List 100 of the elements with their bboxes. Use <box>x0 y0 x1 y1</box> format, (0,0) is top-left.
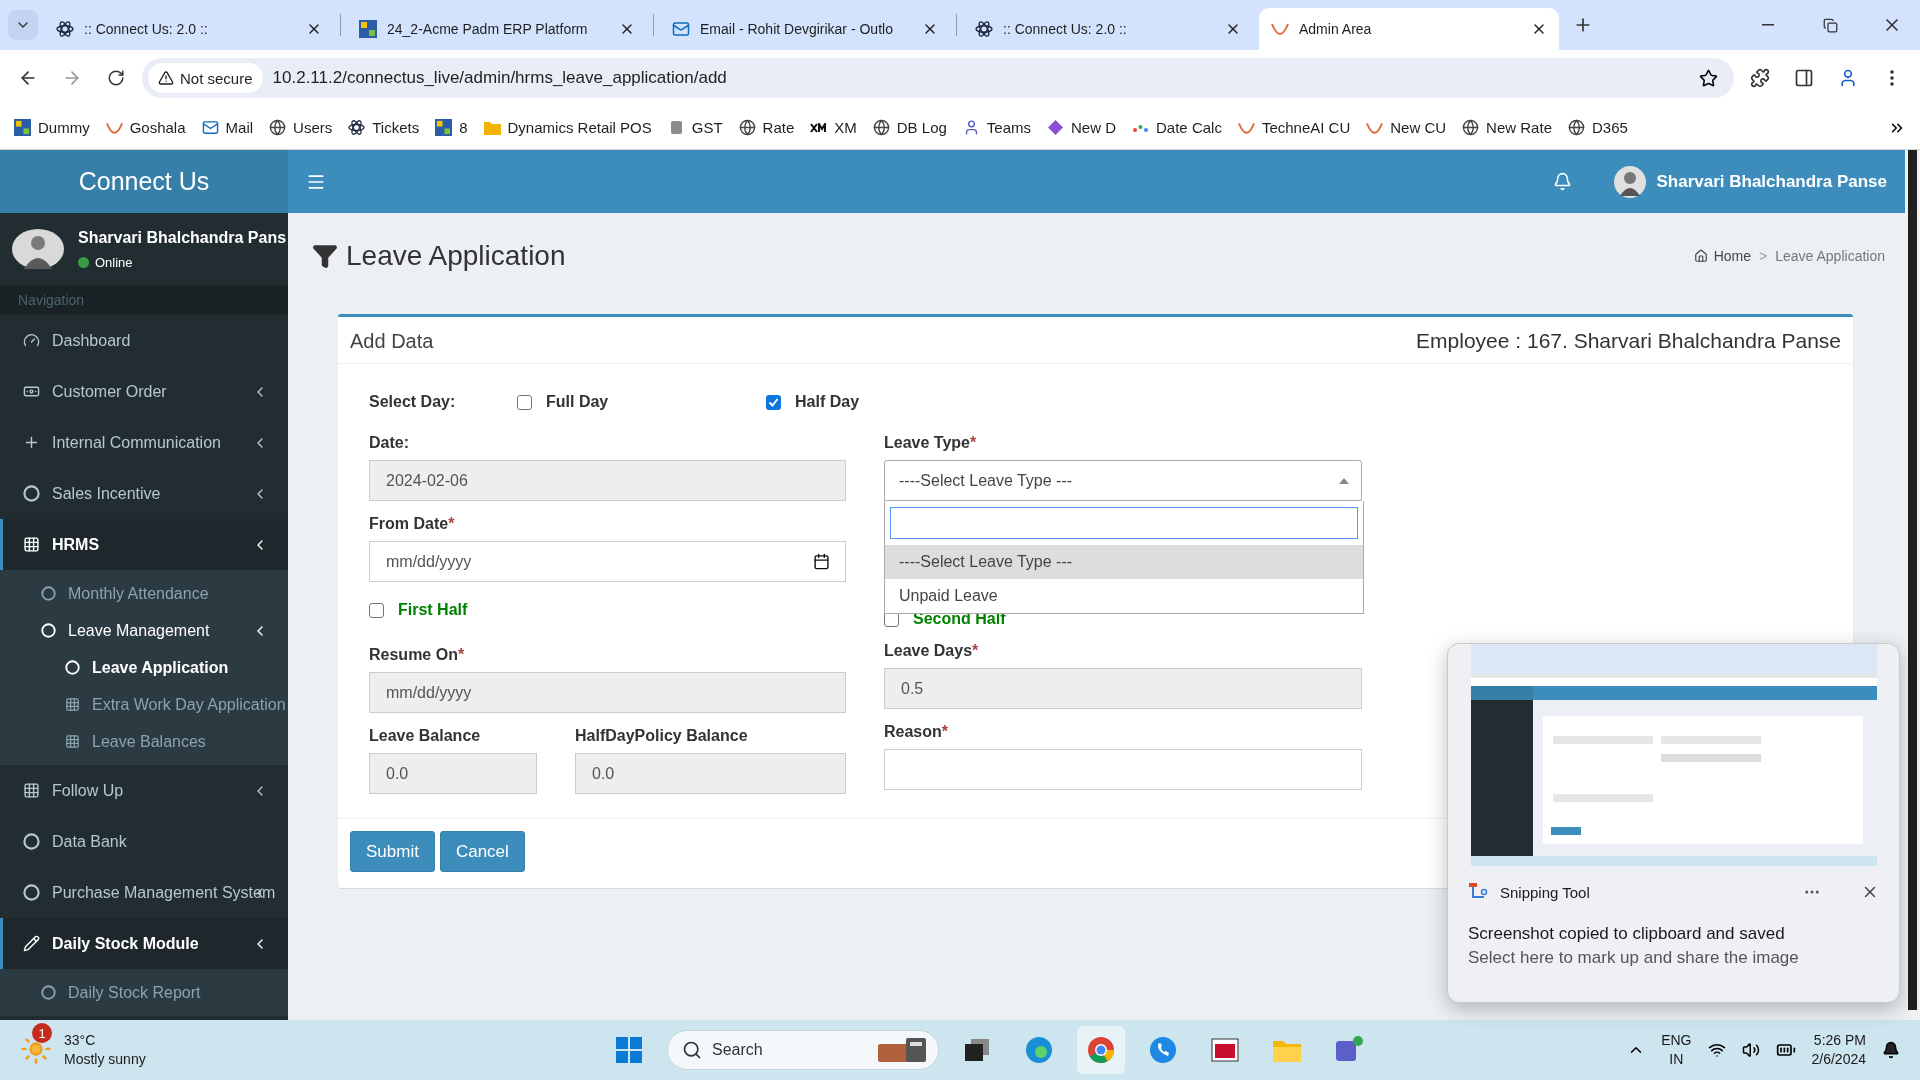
sidebar-item[interactable]: Customer Order <box>0 366 288 417</box>
filter-icon <box>312 243 338 269</box>
circle-icon <box>23 485 40 502</box>
check-icon <box>768 396 779 408</box>
bookmark[interactable]: Teams <box>962 119 1031 136</box>
star-icon[interactable] <box>1699 68 1718 88</box>
bookmark[interactable]: Date Calc <box>1132 119 1222 136</box>
bookmark[interactable]: Rate <box>738 119 795 136</box>
sidebar-item[interactable]: Daily Stock Module <box>0 918 288 969</box>
user-menu[interactable]: Sharvari Bhalchandra Panse <box>1614 165 1887 198</box>
notification-toast[interactable]: Snipping Tool Screenshot copied to clipboard and saved Select here to mark up and share the image <box>1447 643 1900 1003</box>
sidebar-item[interactable]: Leave Balances <box>0 723 288 760</box>
globe-icon <box>1462 119 1480 136</box>
language-indicator[interactable]: ENG IN <box>1661 1031 1692 1069</box>
sidebar-item[interactable]: Data Bank <box>0 816 288 867</box>
field-label: HalfDayPolicy Balance <box>575 727 749 745</box>
calendar-icon[interactable] <box>813 553 830 570</box>
volume-icon[interactable] <box>1741 1041 1760 1059</box>
circle-icon <box>23 833 40 850</box>
search-icon <box>682 1040 702 1060</box>
sidebar-item[interactable]: Dashboard <box>0 315 288 366</box>
wifi-icon[interactable] <box>1707 1041 1726 1059</box>
bookmark[interactable]: Users <box>269 119 333 136</box>
sidebar-item[interactable]: Follow Up <box>0 765 288 816</box>
security-chip[interactable]: Not secure <box>148 63 263 93</box>
avatar <box>12 229 64 269</box>
sidebar-item[interactable]: Sales Incentive <box>0 468 288 519</box>
sidebar-item[interactable]: Monthly Attendance <box>0 575 288 612</box>
address-bar[interactable]: Not secure 10.2.11.2/connectus_live/admin/hrms_leave_application/add <box>142 58 1734 98</box>
input-field[interactable] <box>884 749 1362 790</box>
bookmark[interactable]: D365 <box>1567 119 1628 136</box>
checkbox[interactable] <box>369 602 384 618</box>
grid-logo-icon <box>14 119 31 136</box>
phone-icon <box>1149 1036 1177 1064</box>
bookmark[interactable]: XM <box>810 119 857 136</box>
sidebar-item[interactable]: Leave Management <box>0 612 288 649</box>
browser-tab[interactable]: 24_2-Acme Padm ERP Platform <box>347 8 647 50</box>
bookmark[interactable]: Tickets <box>348 119 420 136</box>
bookmark[interactable]: DB Log <box>872 119 947 136</box>
bookmark[interactable]: GST <box>667 119 723 136</box>
browser-tab[interactable]: :: Connect Us: 2.0 :: <box>44 8 334 50</box>
monitor-icon <box>1211 1036 1239 1064</box>
sidebar-item[interactable]: Extra Work Day Application <box>0 686 288 723</box>
globe-icon <box>738 119 756 136</box>
sidebar-item[interactable]: Leave Application <box>0 649 288 686</box>
bookmark[interactable]: 8 <box>435 119 468 136</box>
atom-icon <box>975 20 993 38</box>
sidebar-item[interactable]: HRMS <box>0 519 288 570</box>
checkbox[interactable] <box>766 394 781 410</box>
checkbox[interactable] <box>517 394 532 410</box>
bookmark[interactable]: New D <box>1047 119 1117 136</box>
field-label: Leave Days* <box>884 642 980 660</box>
minimize-icon <box>1762 24 1774 26</box>
field-label: Resume On* <box>369 646 466 664</box>
day-option[interactable]: Half Day <box>766 393 860 411</box>
breadcrumb-link[interactable]: Home <box>1693 248 1752 264</box>
search-field[interactable] <box>890 507 1358 539</box>
home-icon <box>1693 249 1708 263</box>
bookmark[interactable]: TechneAI CU <box>1237 119 1351 136</box>
bookmark[interactable]: Mail <box>201 119 254 136</box>
taskbar-search[interactable]: Search <box>667 1030 939 1070</box>
bookmark[interactable]: Dummy <box>14 119 90 136</box>
menu-icon <box>1890 70 1894 86</box>
bookmark[interactable]: Goshala <box>105 119 186 136</box>
bookmark[interactable]: New Rate <box>1462 119 1552 136</box>
sidebar-item[interactable]: Purchase Management System <box>0 867 288 918</box>
grid-icon <box>65 734 80 749</box>
browser-icon <box>1025 1036 1053 1064</box>
bookmark[interactable]: Dynamics Retail POS <box>483 119 652 136</box>
circle-icon <box>41 985 56 1000</box>
temperature: 33°C <box>64 1031 97 1050</box>
submit-button[interactable]: Submit <box>350 831 435 872</box>
input-field[interactable]: mm/dd/yyyy <box>369 541 846 582</box>
day-option[interactable]: Full Day <box>517 393 766 411</box>
browser-tab[interactable]: :: Connect Us: 2.0 :: <box>963 8 1253 50</box>
circle-icon <box>65 660 80 675</box>
breadcrumb-current[interactable]: Leave Application <box>1775 248 1885 264</box>
notification-title: Screenshot copied to clipboard and saved <box>1467 923 1786 944</box>
sidebar-item[interactable]: Internal Communication <box>0 417 288 468</box>
notifications-icon[interactable] <box>1882 1041 1900 1059</box>
tab-list-button[interactable] <box>8 10 38 40</box>
bookmark[interactable]: New CU <box>1366 119 1447 136</box>
brand-logo[interactable]: Connect Us <box>0 150 288 213</box>
diamond-icon <box>1047 119 1064 136</box>
field-label: Leave Type* <box>884 434 978 452</box>
mail-icon <box>672 20 690 38</box>
field-label: Leave Balance <box>369 727 482 745</box>
bell-icon[interactable] <box>1553 172 1573 191</box>
cancel-button[interactable]: Cancel <box>439 831 525 872</box>
half-option[interactable]: First Half <box>369 601 468 619</box>
clock[interactable]: 5:26 PM 2/6/2024 <box>1811 1031 1866 1069</box>
leave-type-select[interactable]: ----Select Leave Type --- <box>884 460 1362 501</box>
browser-tab[interactable]: Admin Area <box>1259 8 1559 50</box>
dropdown-option[interactable]: ----Select Leave Type --- <box>885 545 1363 579</box>
windows-icon <box>616 1037 642 1063</box>
page-title: Leave Application <box>312 240 566 272</box>
chrome-button[interactable] <box>1077 1026 1125 1074</box>
browser-tab[interactable]: Email - Rohit Devgirikar - Outlo <box>660 8 950 50</box>
scrollbar-thumb[interactable] <box>1908 150 1917 1010</box>
warning-icon <box>158 70 174 86</box>
